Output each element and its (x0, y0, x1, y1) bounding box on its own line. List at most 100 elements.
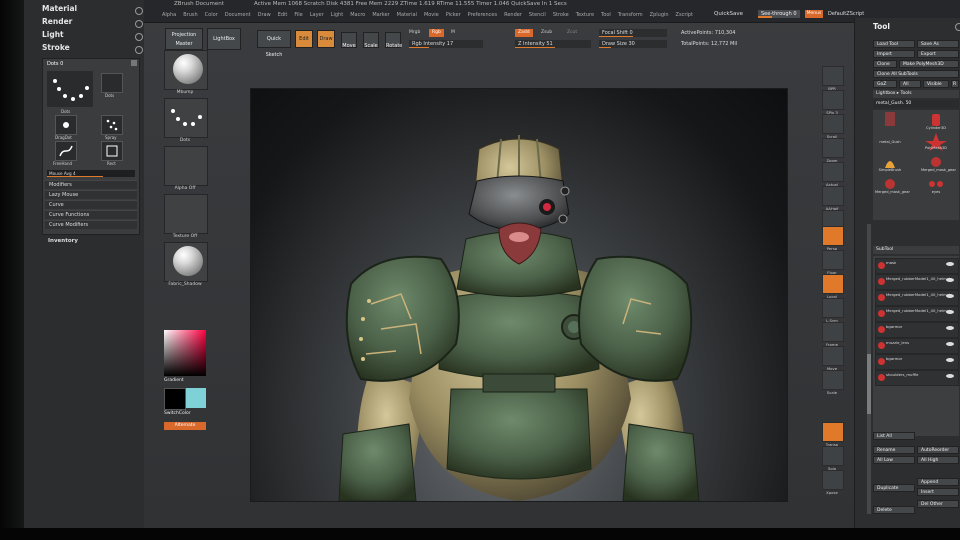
menu-tool[interactable]: Tool (601, 12, 611, 18)
stroke-palette[interactable]: Stroke (42, 43, 70, 52)
quicksave-button[interactable]: QuickSave (714, 11, 743, 17)
eye-icon[interactable] (946, 326, 954, 330)
menu-color[interactable]: Color (205, 12, 218, 18)
menus-toggle-button[interactable]: Menus (805, 10, 823, 18)
main-color-swatch[interactable] (164, 388, 186, 410)
subtool-row[interactable]: Merged_rubberModel1_40_helmet (875, 274, 959, 290)
draw-size-slider[interactable]: Draw Size 30 (599, 40, 667, 48)
curve-menu[interactable]: Curve (45, 200, 137, 209)
close-icon[interactable] (135, 33, 143, 41)
goz-r-button[interactable]: R (951, 80, 959, 88)
spray-stroke-icon[interactable] (101, 115, 123, 135)
subtool-row[interactable]: mask (875, 258, 959, 274)
menu-stencil[interactable]: Stencil (529, 12, 546, 18)
tool-cylinder3d[interactable]: Cylinder3D (921, 112, 951, 132)
eye-icon[interactable] (946, 374, 954, 378)
default-zscript-button[interactable]: DefaultZScript (828, 11, 864, 17)
tool-polymesh3d[interactable]: PolyMesh3D (921, 132, 951, 152)
menu-picker[interactable]: Picker (446, 12, 461, 18)
close-icon[interactable] (135, 20, 143, 28)
scale-button[interactable]: Scale (363, 32, 379, 49)
subtool-row[interactable]: bgarmor (875, 322, 959, 338)
goz-visible-button[interactable]: Visible (923, 80, 949, 88)
dots-stroke-preview[interactable] (47, 71, 93, 107)
inventory-button[interactable]: Inventory (48, 238, 78, 244)
subtool-row[interactable]: shoulders_muffle (875, 370, 959, 386)
goz-all-button[interactable]: All (899, 80, 921, 88)
tool-eyes[interactable]: eyes (921, 176, 951, 196)
menu-edit[interactable]: Edit (278, 12, 288, 18)
close-icon[interactable] (131, 60, 137, 66)
menu-preferences[interactable]: Preferences (468, 12, 497, 18)
eye-icon[interactable] (946, 310, 954, 314)
eye-icon[interactable] (946, 294, 954, 298)
floor-button[interactable] (822, 250, 844, 270)
clone-button[interactable]: Clone (873, 60, 897, 68)
subtool-row[interactable]: Merged_rubberModel1_40_helmet (875, 290, 959, 306)
eye-icon[interactable] (946, 278, 954, 282)
curve-modifiers-menu[interactable]: Curve Modifiers (45, 220, 137, 229)
import-button[interactable]: Import (873, 50, 915, 58)
move-view-button[interactable] (822, 346, 844, 366)
gradient-label[interactable]: Gradient (164, 378, 184, 383)
zsub-button[interactable]: Zsub (541, 30, 552, 35)
draw-button[interactable]: Draw (317, 30, 335, 48)
insert-button[interactable]: Insert (917, 488, 959, 496)
menu-layer[interactable]: Layer (310, 12, 324, 18)
close-icon[interactable] (135, 7, 143, 15)
m-button[interactable]: M (451, 30, 455, 35)
lazy-mouse-menu[interactable]: Lazy Mouse (45, 190, 137, 199)
autoreorder-button[interactable]: AutoReorder (917, 446, 959, 454)
current-tool-slider[interactable]: metal_Gush. 50 (873, 100, 959, 108)
del-other-button[interactable]: Del Other (917, 500, 959, 508)
menu-zplugin[interactable]: Zplugin (650, 12, 669, 18)
lsym-button[interactable] (822, 298, 844, 318)
menu-document[interactable]: Document (225, 12, 251, 18)
subtool-header[interactable]: SubTool (873, 246, 959, 254)
tool-merged-mask-gear-2[interactable]: Merged_mask_gear (875, 176, 910, 196)
projection-master-button[interactable]: Projection Master (165, 28, 203, 50)
clone-all-subtools-button[interactable]: Clone All SubTools (873, 70, 959, 78)
rename-button[interactable]: Rename (873, 446, 915, 454)
stroke-thumbnail[interactable] (164, 98, 208, 138)
light-palette[interactable]: Light (42, 30, 64, 39)
lightbox-button[interactable]: LightBox (207, 28, 241, 50)
mouse-avg-slider[interactable]: Mouse Avg 4 (47, 170, 135, 177)
alternate-button[interactable]: Alternate (164, 422, 206, 430)
solo-button[interactable] (822, 446, 844, 466)
load-tool-button[interactable]: Load Tool (873, 40, 915, 48)
rgb-intensity-slider[interactable]: Rgb Intensity 17 (409, 40, 483, 48)
edit-button[interactable]: Edit (295, 30, 313, 48)
alpha-thumbnail[interactable] (164, 146, 208, 186)
duplicate-button[interactable]: Duplicate (873, 484, 915, 492)
eye-icon[interactable] (946, 262, 954, 266)
texture-thumbnail[interactable] (164, 194, 208, 234)
subtool-row[interactable]: Merged_rubberModel1_40_helmet (875, 306, 959, 322)
eye-icon[interactable] (946, 358, 954, 362)
tool-merged-mask-gear[interactable]: Merged_mask_gear (921, 154, 956, 174)
aahalf-button[interactable] (822, 186, 844, 206)
mrgb-button[interactable]: Mrgb (409, 30, 420, 35)
menu-texture[interactable]: Texture (576, 12, 594, 18)
save-as-button[interactable]: Save As (917, 40, 959, 48)
rect-stroke-icon[interactable] (101, 141, 123, 161)
material-thumbnail[interactable] (164, 50, 208, 90)
spix-button[interactable] (822, 90, 844, 110)
menu-alpha[interactable]: Alpha (162, 12, 176, 18)
document-canvas[interactable] (250, 88, 788, 502)
persp-button[interactable] (822, 226, 844, 246)
subtool-row[interactable]: muzzle_lens (875, 338, 959, 354)
subtool-row[interactable]: bgarmor (875, 354, 959, 370)
curve-functions-menu[interactable]: Curve Functions (45, 210, 137, 219)
switch-color-button[interactable]: SwitchColor (164, 411, 191, 416)
menu-marker[interactable]: Marker (372, 12, 389, 18)
secondary-color-swatch[interactable] (186, 388, 206, 408)
export-button[interactable]: Export (917, 50, 959, 58)
tool-palette-title[interactable]: Tool (873, 22, 890, 31)
menu-transform[interactable]: Transform (618, 12, 643, 18)
scale-view-button[interactable] (822, 370, 844, 390)
list-all-button[interactable]: List All (873, 432, 915, 440)
scrollbar-thumb[interactable] (867, 354, 871, 414)
transp-button[interactable] (822, 422, 844, 442)
menu-file[interactable]: File (294, 12, 302, 18)
